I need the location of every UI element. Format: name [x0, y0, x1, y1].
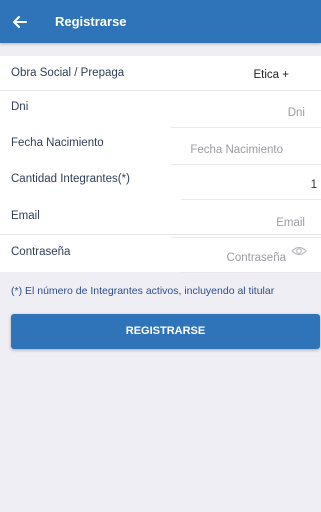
cantidad-integrantes-input[interactable] — [181, 170, 321, 200]
divider — [0, 234, 321, 235]
obra-social-row: Obra Social / Prepaga Etica + — [0, 56, 321, 92]
dni-label: Dni — [11, 101, 29, 113]
fecha-nacimiento-row: Fecha Nacimiento — [0, 128, 321, 165]
contrasena-label: Contraseña — [11, 246, 71, 258]
email-label: Email — [11, 210, 40, 222]
integrantes-note: (*) El número de Integrantes activos, in… — [11, 285, 275, 297]
registration-form: Obra Social / Prepaga Etica + Dni Fecha … — [0, 56, 321, 273]
registrarse-button[interactable]: REGISTRARSE — [11, 314, 320, 349]
obra-social-label: Obra Social / Prepaga — [11, 67, 125, 79]
obra-social-select[interactable]: Etica + — [254, 69, 289, 81]
cantidad-integrantes-label: Cantidad Integrantes(*) — [11, 173, 130, 185]
dni-input[interactable] — [171, 98, 321, 128]
dni-row: Dni — [0, 91, 321, 128]
app-bar: Registrarse — [0, 0, 321, 43]
eye-icon[interactable] — [291, 245, 307, 257]
page-title: Registrarse — [55, 14, 127, 29]
fecha-nacimiento-label: Fecha Nacimiento — [11, 137, 104, 149]
arrow-left-icon[interactable] — [10, 12, 30, 32]
cantidad-integrantes-row: Cantidad Integrantes(*) — [0, 165, 321, 201]
email-row: Email — [0, 202, 321, 238]
fecha-nacimiento-input[interactable] — [171, 135, 321, 165]
contrasena-row: Contraseña — [0, 236, 321, 273]
